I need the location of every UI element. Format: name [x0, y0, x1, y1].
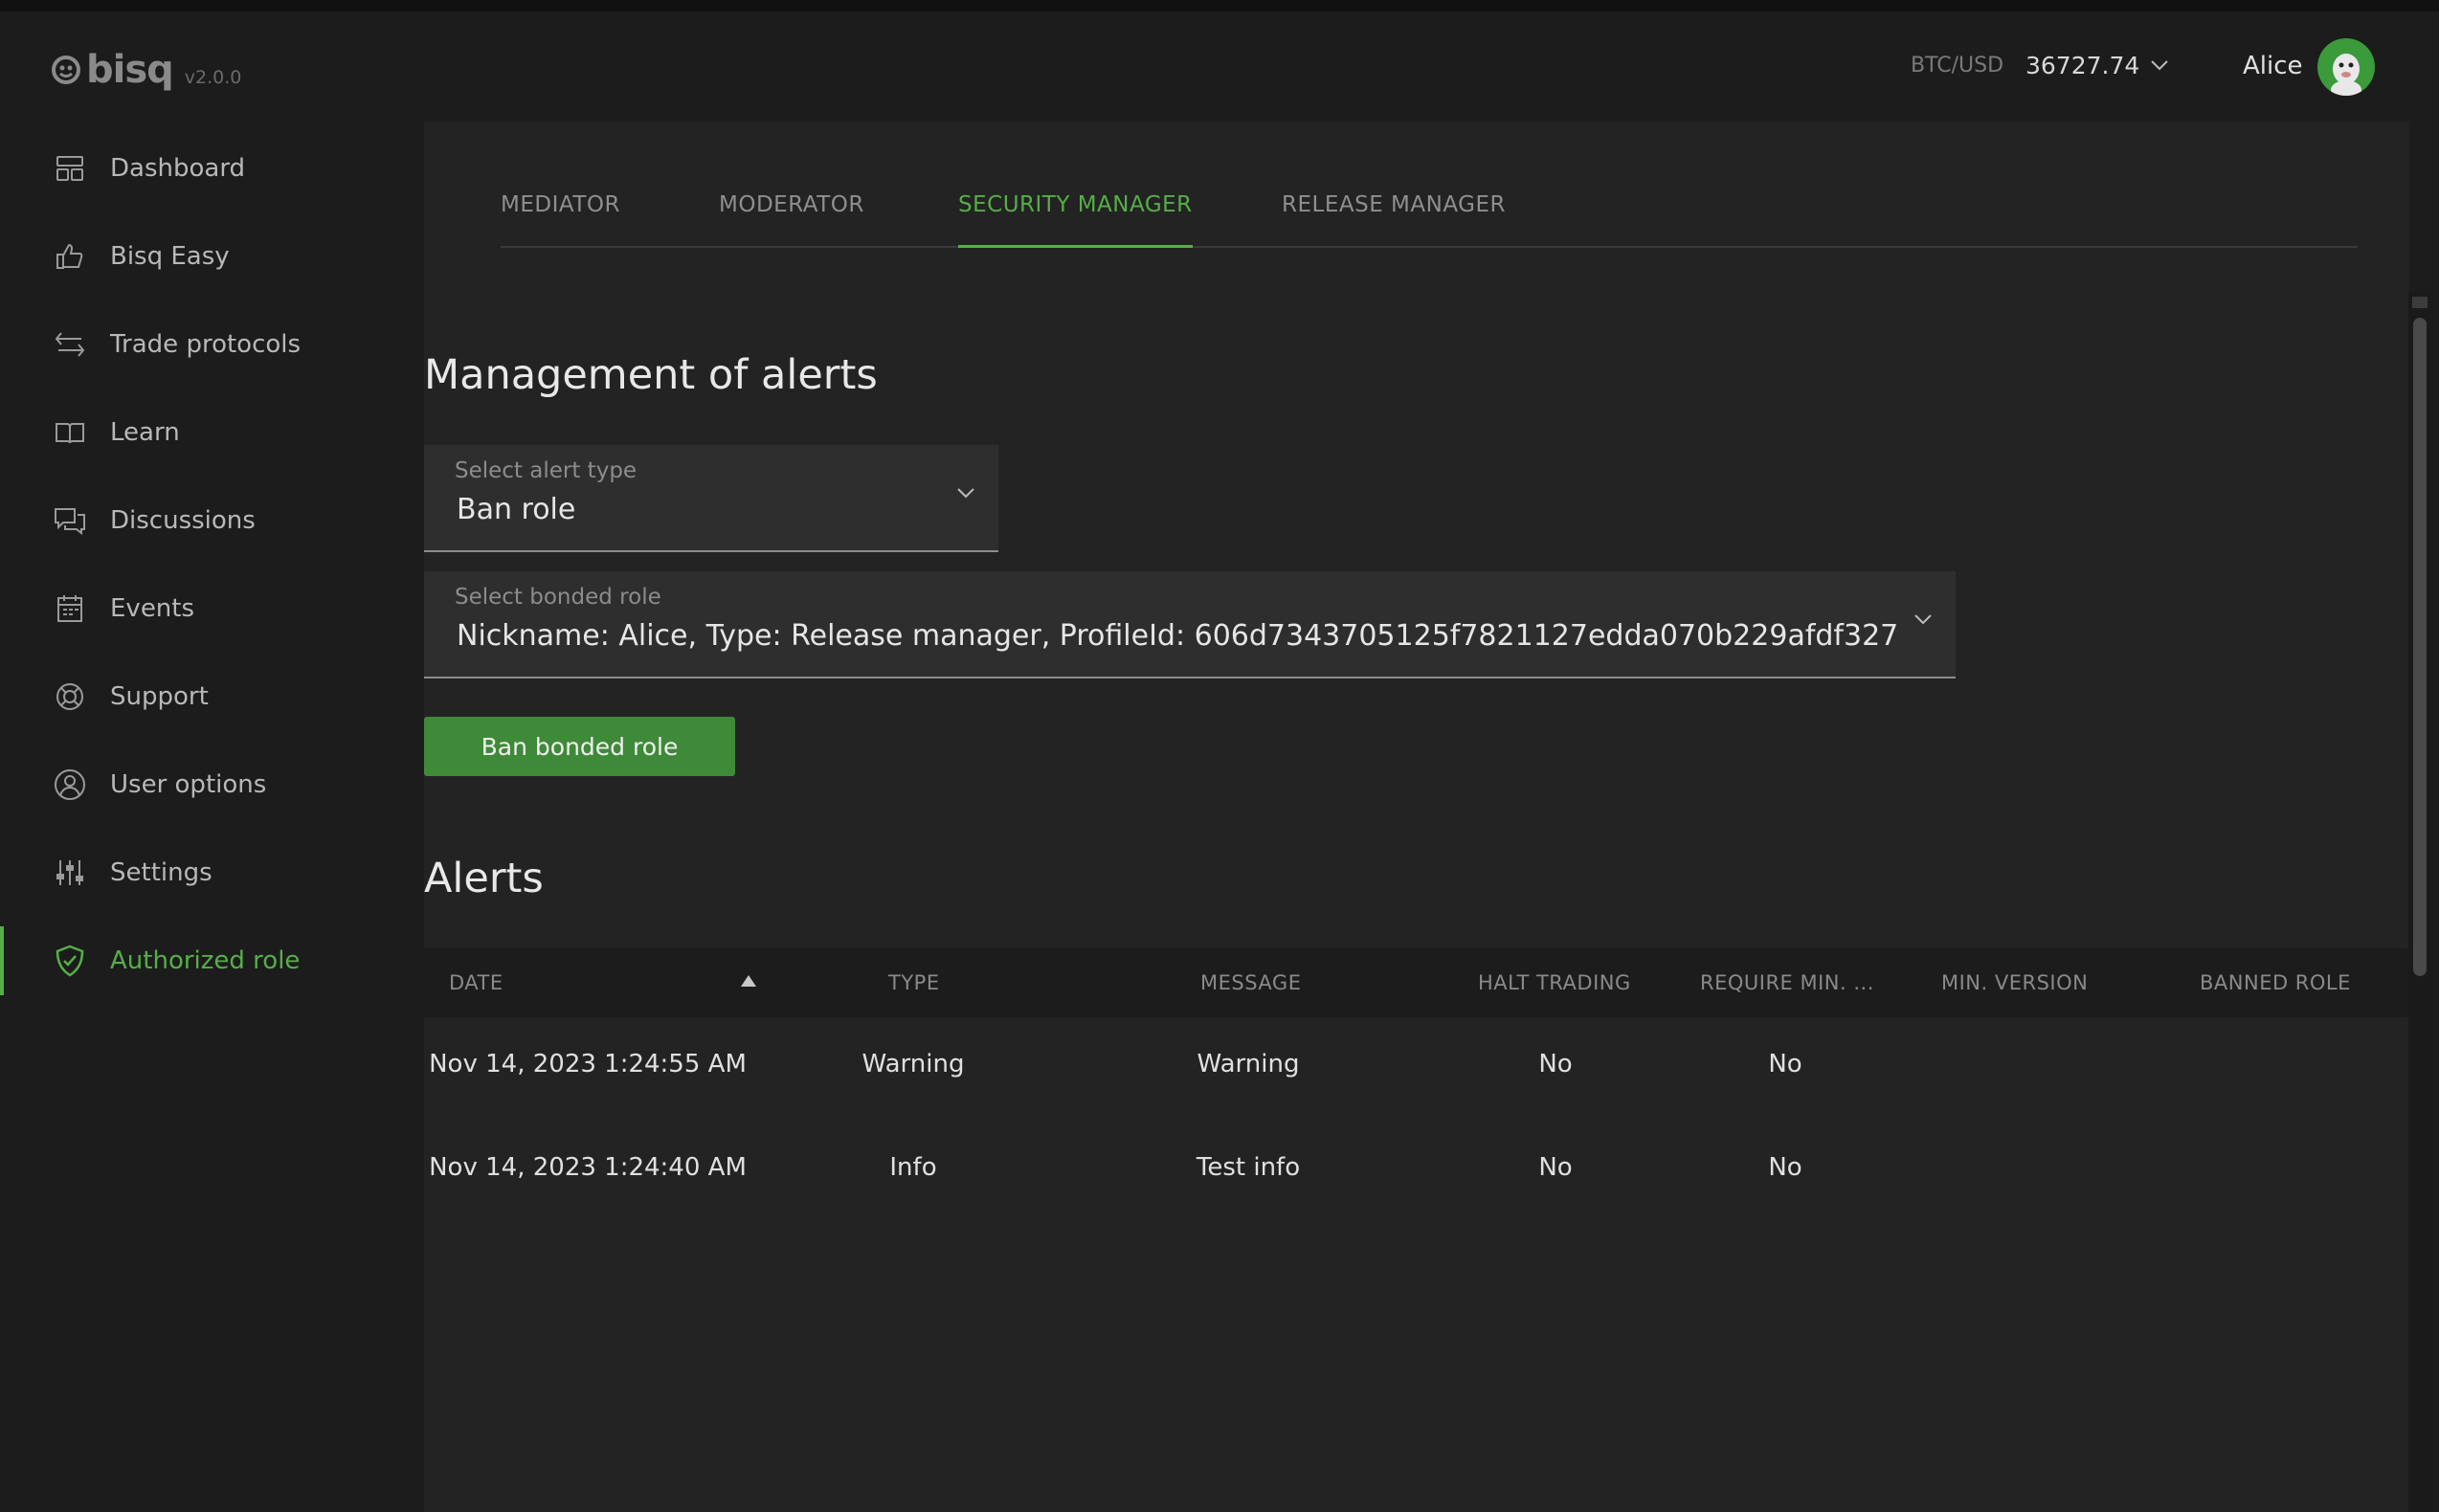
sidebar-nav: Dashboard Bisq Easy Trade protocols Lear… — [0, 124, 424, 1005]
sidebar-item-discussions[interactable]: Discussions — [0, 477, 424, 565]
cell-date: Nov 14, 2023 1:24:40 AM — [429, 1153, 747, 1182]
table-row[interactable]: Nov 14, 2023 1:24:55 AM Warning Warning … — [424, 1017, 2409, 1113]
cell-date: Nov 14, 2023 1:24:55 AM — [429, 1050, 747, 1078]
user-icon — [53, 767, 87, 802]
column-header-type[interactable]: TYPE — [888, 971, 940, 994]
tab-security-manager[interactable]: SECURITY MANAGER — [958, 189, 1193, 248]
chevron-down-icon — [1913, 611, 1933, 630]
sidebar-item-label: Bisq Easy — [110, 242, 230, 271]
scroll-up-icon[interactable] — [2412, 297, 2428, 308]
sidebar-item-label: Learn — [110, 418, 180, 447]
sidebar-item-trade-protocols[interactable]: Trade protocols — [0, 300, 424, 389]
scrollbar-thumb[interactable] — [2413, 318, 2427, 976]
cell-message: Warning — [1197, 1050, 1300, 1078]
ban-bonded-role-button[interactable]: Ban bonded role — [424, 717, 735, 776]
cell-type: Info — [889, 1153, 937, 1182]
lifebuoy-icon — [53, 679, 87, 714]
cell-halt-trading: No — [1538, 1050, 1573, 1078]
tab-release-manager[interactable]: RELEASE MANAGER — [1282, 189, 1506, 248]
dashboard-icon — [53, 151, 87, 186]
calendar-icon — [53, 591, 87, 626]
exchange-arrows-icon — [53, 327, 87, 362]
cell-type: Warning — [861, 1050, 965, 1078]
market-price[interactable]: 36727.74 — [2025, 52, 2139, 79]
sidebar-item-label: Discussions — [110, 506, 256, 535]
column-header-halt-trading[interactable]: HALT TRADING — [1478, 971, 1631, 994]
table-row[interactable]: Nov 14, 2023 1:24:40 AM Info Test info N… — [424, 1121, 2409, 1216]
alert-type-value: Ban role — [457, 493, 576, 526]
user-name[interactable]: Alice — [2243, 52, 2303, 80]
chat-bubbles-icon — [53, 503, 87, 538]
alerts-title: Alerts — [424, 855, 544, 902]
column-header-min-version[interactable]: MIN. VERSION — [1941, 971, 2088, 994]
app-version: v2.0.0 — [184, 67, 242, 88]
bonded-role-select[interactable]: Select bonded role Nickname: Alice, Type… — [424, 571, 1956, 678]
book-icon — [53, 415, 87, 450]
sidebar-item-bisq-easy[interactable]: Bisq Easy — [0, 212, 424, 300]
shield-check-icon — [53, 944, 87, 978]
sidebar-item-learn[interactable]: Learn — [0, 389, 424, 477]
sidebar-item-events[interactable]: Events — [0, 565, 424, 653]
sidebar-item-label: Events — [110, 594, 195, 623]
sidebar-item-label: Support — [110, 682, 209, 711]
role-tabs: MEDIATOR MODERATOR SECURITY MANAGER RELE… — [501, 189, 2358, 248]
sidebar-item-user-options[interactable]: User options — [0, 741, 424, 829]
sidebar-item-settings[interactable]: Settings — [0, 829, 424, 917]
sidebar-item-support[interactable]: Support — [0, 653, 424, 741]
chevron-down-icon[interactable] — [2150, 57, 2169, 76]
app-logo[interactable]: bisq v2.0.0 — [50, 48, 241, 92]
cell-require-min: No — [1768, 1050, 1802, 1078]
cell-require-min: No — [1768, 1153, 1802, 1182]
sidebar-item-label: User options — [110, 770, 267, 799]
alerts-table-header: DATE TYPE MESSAGE HALT TRADING REQUIRE M… — [424, 948, 2409, 1017]
sidebar-item-label: Authorized role — [110, 946, 301, 975]
bisq-logo-icon — [52, 56, 80, 84]
tab-mediator[interactable]: MEDIATOR — [501, 189, 620, 248]
tab-moderator[interactable]: MODERATOR — [719, 189, 864, 248]
column-header-date[interactable]: DATE — [449, 971, 503, 994]
sidebar: bisq v2.0.0 Dashboard Bisq Easy Trade pr… — [0, 11, 424, 1512]
alert-type-label: Select alert type — [455, 458, 638, 483]
bonded-role-value: Nickname: Alice, Type: Release manager, … — [457, 619, 1899, 653]
thumbs-up-icon — [53, 239, 87, 274]
sort-ascending-icon[interactable] — [740, 973, 757, 992]
bisq-logo: bisq — [50, 48, 174, 92]
cell-message: Test info — [1196, 1153, 1301, 1182]
market-label: BTC/USD — [1911, 54, 2004, 78]
main-panel: MEDIATOR MODERATOR SECURITY MANAGER RELE… — [424, 122, 2409, 1512]
sliders-icon — [53, 856, 87, 890]
column-header-require-min[interactable]: REQUIRE MIN. ... — [1700, 971, 1874, 994]
cell-halt-trading: No — [1538, 1153, 1573, 1182]
alert-type-select[interactable]: Select alert type Ban role — [424, 445, 998, 552]
column-header-banned-role[interactable]: BANNED ROLE — [2200, 971, 2351, 994]
window-top-bar — [0, 0, 2439, 11]
bonded-role-label: Select bonded role — [455, 585, 661, 610]
column-header-message[interactable]: MESSAGE — [1200, 971, 1301, 994]
avatar[interactable] — [2317, 38, 2375, 96]
sidebar-item-dashboard[interactable]: Dashboard — [0, 124, 424, 212]
management-title: Management of alerts — [424, 351, 878, 399]
sidebar-item-label: Dashboard — [110, 154, 246, 183]
app-name: bisq — [86, 48, 174, 92]
sidebar-item-label: Settings — [110, 858, 213, 887]
sidebar-item-label: Trade protocols — [110, 330, 302, 359]
chevron-down-icon — [956, 485, 975, 503]
sidebar-item-authorized-role[interactable]: Authorized role — [0, 917, 424, 1005]
